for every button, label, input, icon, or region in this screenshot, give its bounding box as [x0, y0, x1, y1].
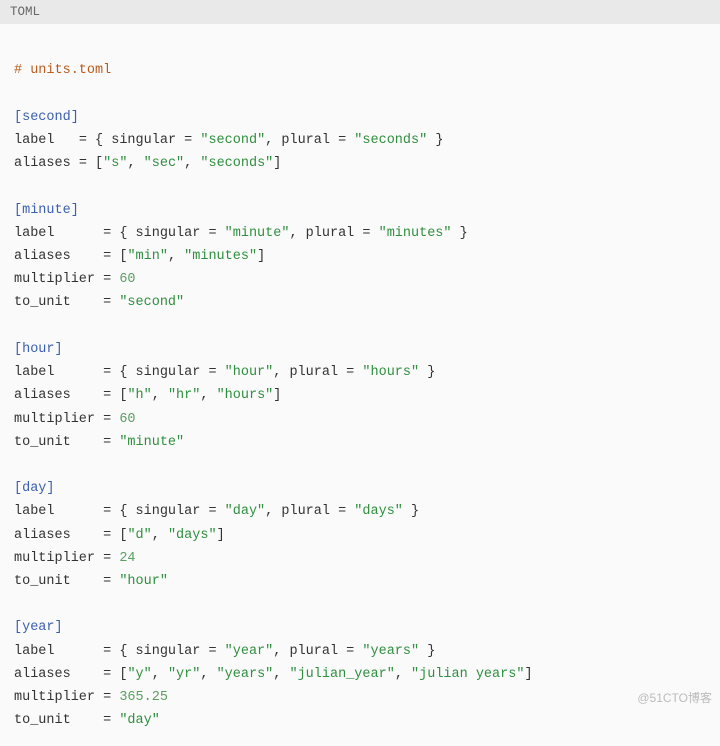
key-multiplier: multiplier	[14, 272, 95, 287]
key-to-unit: to_unit	[14, 435, 71, 450]
section-minute: [minute]	[14, 203, 79, 218]
key-label: label	[14, 644, 55, 659]
key-label: label	[14, 365, 55, 380]
key-aliases: aliases	[14, 156, 71, 171]
watermark: @51CTO博客	[637, 689, 712, 706]
key-multiplier: multiplier	[14, 551, 95, 566]
section-day: [day]	[14, 481, 55, 496]
section-hour: [hour]	[14, 342, 63, 357]
key-aliases: aliases	[14, 667, 71, 682]
language-header: TOML	[0, 0, 720, 24]
code-comment: # units.toml	[14, 63, 111, 78]
key-aliases: aliases	[14, 528, 71, 543]
key-label: label	[14, 504, 55, 519]
section-second: [second]	[14, 110, 79, 125]
key-aliases: aliases	[14, 388, 71, 403]
section-year: [year]	[14, 620, 63, 635]
key-multiplier: multiplier	[14, 690, 95, 705]
key-label: label	[14, 226, 55, 241]
key-aliases: aliases	[14, 249, 71, 264]
code-block: # units.toml [second] label = { singular…	[0, 24, 720, 745]
language-label: TOML	[10, 5, 40, 19]
key-to-unit: to_unit	[14, 295, 71, 310]
key-to-unit: to_unit	[14, 574, 71, 589]
key-label: label	[14, 133, 55, 148]
key-multiplier: multiplier	[14, 412, 95, 427]
key-to-unit: to_unit	[14, 713, 71, 728]
